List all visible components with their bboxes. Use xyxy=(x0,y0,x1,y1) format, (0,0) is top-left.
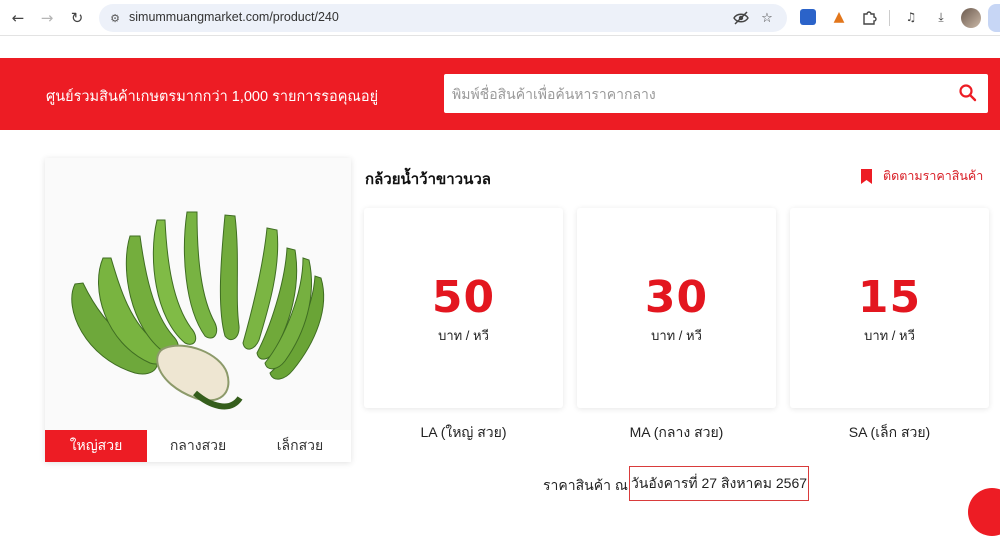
price-date-selector[interactable]: วันอังคารที่ 27 สิงหาคม 2567 xyxy=(629,466,809,501)
back-arrow-icon[interactable]: ← xyxy=(7,7,29,29)
product-image xyxy=(45,158,351,430)
price-card-la: 50 บาท / หวี xyxy=(364,208,563,408)
tab-medium[interactable]: กลางสวย xyxy=(147,430,249,462)
chat-bubble-icon[interactable] xyxy=(968,488,1000,536)
price-date-caption: ราคาสินค้า ณ xyxy=(543,477,628,493)
avatar[interactable] xyxy=(961,8,981,28)
price-unit: บาท / หวี xyxy=(864,328,915,343)
forward-arrow-icon[interactable]: → xyxy=(36,7,58,29)
header-tagline: ศูนย์รวมสินค้าเกษตรมากกว่า 1,000 รายการร… xyxy=(46,89,379,105)
price-value: 30 xyxy=(644,272,709,323)
url-text[interactable]: simummuangmarket.com/product/240 xyxy=(129,10,339,24)
grade-label-sa: SA (เล็ก สวย) xyxy=(848,424,931,440)
bookmark-icon xyxy=(861,168,872,184)
download-icon[interactable]: ⤓ xyxy=(932,8,950,26)
size-tabs: ใหญ่สวย กลางสวย เล็กสวย xyxy=(45,430,351,462)
extension-icon[interactable] xyxy=(800,9,816,25)
product-title: กล้วยน้ำว้าขาวนวล xyxy=(365,171,491,188)
reload-icon[interactable]: ↻ xyxy=(66,7,88,29)
price-card-sa: 15 บาท / หวี xyxy=(790,208,989,408)
browser-toolbar: ← → ↻ ⚙ simummuangmarket.com/product/240… xyxy=(0,0,1000,36)
site-info-icon[interactable]: ⚙ xyxy=(107,10,123,26)
price-value: 50 xyxy=(431,272,496,323)
header-banner: ศูนย์รวมสินค้าเกษตรมากกว่า 1,000 รายการร… xyxy=(0,58,1000,130)
toolbar-divider xyxy=(889,10,890,26)
price-unit: บาท / หวี xyxy=(438,328,489,343)
follow-price-label: ติดตามราคาสินค้า xyxy=(883,169,984,183)
address-bar[interactable]: ⚙ simummuangmarket.com/product/240 ☆ xyxy=(99,4,787,32)
grade-label-ma: MA (กลาง สวย) xyxy=(629,424,724,440)
price-card-ma: 30 บาท / หวี xyxy=(577,208,776,408)
metamask-fox-icon[interactable]: ▲ xyxy=(830,8,848,26)
profile-button[interactable] xyxy=(988,4,1000,32)
tab-small[interactable]: เล็กสวย xyxy=(249,430,351,462)
media-queue-icon[interactable]: ♫ xyxy=(902,8,920,26)
price-unit: บาท / หวี xyxy=(651,328,702,343)
follow-price-button[interactable]: ติดตามราคาสินค้า xyxy=(860,166,983,186)
search-input[interactable] xyxy=(452,74,942,113)
price-value: 15 xyxy=(857,272,922,323)
puzzle-icon[interactable] xyxy=(860,8,878,26)
eye-off-icon[interactable] xyxy=(732,9,750,27)
search-icon[interactable] xyxy=(958,83,978,103)
tab-large[interactable]: ใหญ่สวย xyxy=(45,430,147,462)
grade-label-la: LA (ใหญ่ สวย) xyxy=(420,424,507,440)
bookmark-star-icon[interactable]: ☆ xyxy=(758,9,776,27)
product-image-card: ใหญ่สวย กลางสวย เล็กสวย xyxy=(45,158,351,462)
search-box xyxy=(444,74,988,113)
